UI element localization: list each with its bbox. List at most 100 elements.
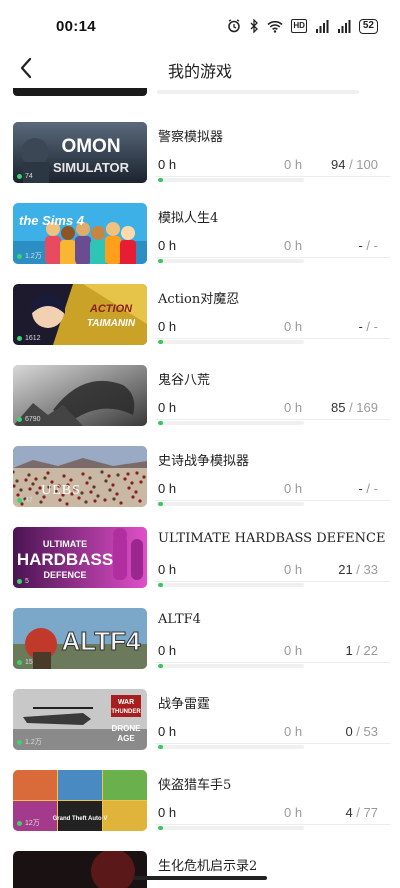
battery-indicator: 52 <box>358 18 378 34</box>
achievements-unlocked: 94 <box>330 157 346 172</box>
game-row[interactable]: ALTF4 15 ALTF4 0 h0 h1 / 22 <box>0 582 400 669</box>
total-playtime: 0 h <box>284 724 303 739</box>
total-playtime: 0 h <box>284 238 303 253</box>
game-thumbnail[interactable]: OMON SIMULATOR 74 <box>13 122 147 183</box>
achievements-total: 33 <box>363 562 378 577</box>
recent-playtime: 0 h <box>158 805 177 820</box>
page-header: 我的游戏 <box>0 52 400 88</box>
game-thumbnail[interactable]: Grand Theft Auto V 12万 <box>13 770 147 831</box>
total-playtime: 0 h <box>284 157 303 172</box>
wifi-icon <box>267 19 283 33</box>
total-playtime: 0 h <box>284 643 303 658</box>
signal-4g-icon <box>337 19 351 33</box>
achievements-total: - <box>373 481 378 496</box>
achievements-unlocked: 21 <box>338 562 353 577</box>
recent-playtime: 0 h <box>158 643 177 658</box>
recent-playtime: 0 h <box>158 319 177 334</box>
game-thumbnail[interactable] <box>13 851 147 888</box>
achievements-total: 100 <box>356 157 378 172</box>
svg-text:OMON: OMON <box>61 136 120 157</box>
total-playtime: 0 h <box>284 805 303 820</box>
game-list[interactable]: OMON SIMULATOR 74 警察模拟器 0 h 0 h 94 / 100 the … <box>0 88 400 888</box>
total-playtime: 0 h <box>284 319 303 334</box>
game-name: ULTIMATE HARDBASS DEFENCE <box>158 531 386 546</box>
bluetooth-icon <box>249 19 259 33</box>
game-thumbnail[interactable]: ULTIMATE HARDBASS DEFENCE 5 <box>13 527 147 588</box>
svg-text:DRONE: DRONE <box>112 724 142 733</box>
game-row[interactable]: ACTION TAIMANIN 1612 Action对魔忍 0 h 0 h - / - <box>0 258 400 345</box>
total-playtime: 0 h <box>284 481 303 496</box>
achievement-progress: 21 / 33 <box>338 562 378 577</box>
achievements-total: 22 <box>363 643 378 658</box>
game-row[interactable]: WAR THUNDER DRONE AGE 1.2万 战争雷霆 0 h 0 h 0 / 5… <box>0 663 400 750</box>
game-row[interactable]: UEBS 47 史诗战争模拟器 0 h 0 h - / - <box>0 420 400 507</box>
achievement-progress: - / - <box>358 238 378 253</box>
achievements-total: 169 <box>356 400 378 415</box>
achievements-total: 77 <box>363 805 378 820</box>
game-name: Action对魔忍 <box>158 292 240 307</box>
game-thumbnail[interactable]: WAR THUNDER DRONE AGE 1.2万 <box>13 689 147 750</box>
signal-5g-icon <box>315 19 329 33</box>
svg-text:UEBS: UEBS <box>41 483 81 498</box>
recent-playtime: 0 h <box>158 562 177 577</box>
achievements-total: 53 <box>363 724 378 739</box>
total-playtime: 0 h <box>284 400 303 415</box>
svg-text:ACTION: ACTION <box>89 303 133 315</box>
status-time: 00:14 <box>56 17 96 35</box>
game-row[interactable]: 6790 鬼谷八荒 0 h 0 h 85 / 169 <box>0 339 400 426</box>
game-name: 模拟人生4 <box>158 211 219 226</box>
hd-badge: HD <box>291 19 307 33</box>
game-name: 侠盗猎车手5 <box>158 778 232 793</box>
game-cover-art <box>13 851 147 888</box>
svg-text:WAR: WAR <box>118 699 134 706</box>
partial-thumbnail <box>13 88 147 96</box>
achievement-progress: - / - <box>358 319 378 334</box>
svg-text:ULTIMATE: ULTIMATE <box>43 539 87 549</box>
svg-text:TAIMANIN: TAIMANIN <box>87 318 136 329</box>
achievement-progress: - / - <box>358 481 378 496</box>
svg-text:Grand Theft Auto V: Grand Theft Auto V <box>53 816 108 822</box>
game-name: 警察模拟器 <box>158 130 224 145</box>
game-thumbnail[interactable]: the Sims 4 1.2万 <box>13 203 147 264</box>
status-bar: 00:14 HD 52 <box>0 0 400 52</box>
game-thumbnail[interactable]: 6790 <box>13 365 147 426</box>
achievement-progress: 94 / 100 <box>330 157 378 172</box>
game-thumbnail[interactable]: ALTF4 15 <box>13 608 147 669</box>
game-name: 生化危机启示录2 <box>158 859 258 874</box>
game-name: ALTF4 <box>158 612 201 627</box>
achievements-total: - <box>373 319 378 334</box>
game-cover-art: ALTF4 <box>13 608 147 669</box>
game-thumbnail[interactable]: ACTION TAIMANIN 1612 <box>13 284 147 345</box>
achievements-unlocked: - <box>358 481 363 496</box>
svg-text:AGE: AGE <box>117 734 135 743</box>
status-icons: HD 52 <box>227 18 378 34</box>
game-name: 战争雷霆 <box>158 697 211 712</box>
recent-playtime: 0 h <box>158 157 177 172</box>
achievements-unlocked: 85 <box>330 400 346 415</box>
game-row[interactable]: ULTIMATE HARDBASS DEFENCE 5 ULTIMATE HARDB… <box>0 501 400 588</box>
total-playtime: 0 h <box>284 562 303 577</box>
recent-playtime: 0 h <box>158 724 177 739</box>
game-row[interactable]: Grand Theft Auto V 12万 侠盗猎车手5 0 h 0 h 4 / 77 <box>0 744 400 831</box>
game-name: 鬼谷八荒 <box>158 373 211 388</box>
achievement-progress: 0 / 53 <box>345 724 378 739</box>
game-thumbnail[interactable]: UEBS 47 <box>13 446 147 507</box>
achievements-total: - <box>373 238 378 253</box>
page-title: 我的游戏 <box>167 62 232 81</box>
recent-playtime: 0 h <box>158 400 177 415</box>
home-indicator <box>133 876 267 880</box>
achievements-unlocked: 4 <box>345 805 353 820</box>
alarm-icon <box>227 19 241 33</box>
achievement-progress: 1 / 22 <box>345 643 378 658</box>
achievements-unlocked: - <box>358 238 363 253</box>
game-row[interactable]: the Sims 4 1.2万 模拟人生4 0 h 0 h - / - <box>0 177 400 264</box>
achievement-progress: 4 / 77 <box>345 805 378 820</box>
svg-text:DEFENCE: DEFENCE <box>43 570 86 580</box>
game-row[interactable]: OMON SIMULATOR 74 警察模拟器 0 h 0 h 94 / 100 <box>0 96 400 183</box>
partial-divider <box>157 90 359 94</box>
game-cover-art: OMON SIMULATOR <box>13 122 147 183</box>
game-name: 史诗战争模拟器 <box>158 454 250 469</box>
recent-playtime: 0 h <box>158 238 177 253</box>
achievements-unlocked: - <box>358 319 363 334</box>
svg-text:SIMULATOR: SIMULATOR <box>53 160 130 175</box>
